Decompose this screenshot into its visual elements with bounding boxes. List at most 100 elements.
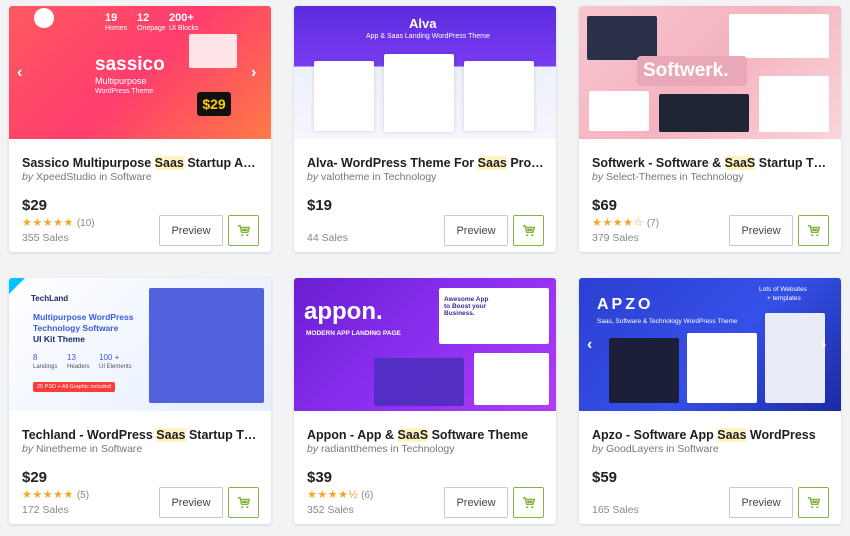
product-info: Appon - App & SaaS Software Theme by rad… (294, 411, 556, 524)
preview-button[interactable]: Preview (444, 487, 508, 518)
stat-label: Homes (105, 25, 128, 32)
category-link[interactable]: Software (677, 443, 718, 455)
preview-button[interactable]: Preview (729, 215, 793, 246)
add-to-cart-button[interactable] (798, 215, 829, 246)
preview-button[interactable]: Preview (729, 487, 793, 518)
chevron-left-icon[interactable]: ‹ (587, 336, 592, 354)
product-card[interactable]: 19 Homes 12 Onepage 200+ UI Blocks sassi… (9, 6, 271, 252)
chevron-right-icon[interactable]: › (251, 64, 256, 82)
thumb-subtitle: MODERN APP LANDING PAGE (306, 330, 401, 337)
chevron-left-icon[interactable]: ‹ (17, 64, 22, 82)
product-card[interactable]: Alva App & Saas Landing WordPress Theme … (294, 6, 556, 252)
thumb-subtitle: Technology Software (33, 323, 119, 333)
thumb-subtitle: Multipurpose WordPress (33, 312, 134, 322)
review-count: (6) (361, 490, 374, 501)
brand-logo: Softwerk. (643, 60, 729, 81)
cart-icon (237, 224, 250, 236)
author-link[interactable]: XpeedStudio (36, 171, 96, 183)
stat-value: 200+ (169, 12, 194, 24)
category-link[interactable]: Technology (383, 171, 436, 183)
thumb-subtitle: + templates (767, 295, 801, 302)
product-title[interactable]: Alva- WordPress Theme For Saas Product (307, 156, 547, 170)
stat-label: UI Elements (99, 364, 132, 370)
category-link[interactable]: Technology (690, 171, 743, 183)
stat-label: Onepage (137, 25, 166, 32)
product-info: Techland - WordPress Saas Startup Theme … (9, 411, 271, 524)
product-title[interactable]: Softwerk - Software & SaaS Startup Theme (592, 156, 832, 170)
product-card[interactable]: appon. MODERN APP LANDING PAGE Awesome A… (294, 278, 556, 524)
thumb-subtitle: App & Saas Landing WordPress Theme (366, 33, 490, 40)
preview-button[interactable]: Preview (159, 215, 223, 246)
product-title[interactable]: Techland - WordPress Saas Startup Theme (22, 428, 262, 442)
brand-logo: TechLand (31, 294, 69, 303)
product-byline: by XpeedStudio in Software (22, 171, 152, 183)
product-title[interactable]: Apzo - Software App Saas WordPress (592, 428, 832, 442)
category-link[interactable]: Software (101, 443, 142, 455)
add-to-cart-button[interactable] (798, 487, 829, 518)
product-byline: by Ninetheme in Software (22, 443, 143, 455)
chevron-right-icon[interactable]: › (821, 336, 826, 354)
author-link[interactable]: Ninetheme (36, 443, 87, 455)
screenshot-preview (765, 313, 825, 403)
product-thumbnail[interactable]: Alva App & Saas Landing WordPress Theme (294, 6, 556, 139)
product-byline: by radiantthemes in Technology (307, 443, 455, 455)
sales-count: 165 Sales (592, 504, 639, 516)
add-to-cart-button[interactable] (513, 487, 544, 518)
add-to-cart-button[interactable] (513, 215, 544, 246)
cart-icon (237, 496, 250, 508)
product-title[interactable]: Appon - App & SaaS Software Theme (307, 428, 547, 442)
add-to-cart-button[interactable] (228, 215, 259, 246)
screenshot-preview (609, 338, 679, 403)
thumb-subtitle: WordPress Theme (95, 88, 154, 95)
cart-icon (807, 224, 820, 236)
stat-value: 12 (137, 12, 150, 24)
rating-stars: ★★★★½ (6) (307, 489, 374, 501)
product-thumbnail[interactable]: appon. MODERN APP LANDING PAGE Awesome A… (294, 278, 556, 411)
product-thumbnail[interactable]: APZO Saas, Software & Technology WordPre… (579, 278, 841, 411)
product-price: $69 (592, 197, 618, 214)
product-price: $39 (307, 469, 333, 486)
product-info: Softwerk - Software & SaaS Startup Theme… (579, 139, 841, 252)
author-link[interactable]: radiantthemes (321, 443, 388, 455)
cart-icon (807, 496, 820, 508)
promo-ribbon: 25 PSD + All Graphic included (33, 382, 115, 392)
product-thumbnail[interactable]: 19 Homes 12 Onepage 200+ UI Blocks sassi… (9, 6, 271, 139)
product-byline: by GoodLayers in Software (592, 443, 719, 455)
add-to-cart-button[interactable] (228, 487, 259, 518)
screenshot-preview (464, 61, 534, 131)
product-card[interactable]: TechLand Multipurpose WordPress Technolo… (9, 278, 271, 524)
product-info: Apzo - Software App Saas WordPress by Go… (579, 411, 841, 524)
product-thumbnail[interactable]: Softwerk. (579, 6, 841, 139)
author-link[interactable]: GoodLayers (606, 443, 663, 455)
product-price: $19 (307, 197, 333, 214)
thumb-subtitle: Multipurpose (95, 76, 147, 86)
screenshot-preview (189, 34, 237, 68)
author-link[interactable]: valotheme (321, 171, 369, 183)
product-thumbnail[interactable]: TechLand Multipurpose WordPress Technolo… (9, 278, 271, 411)
promo-text: Awesome App to Boost your Business. (444, 296, 489, 317)
sales-count: 172 Sales (22, 504, 69, 516)
category-link[interactable]: Technology (401, 443, 454, 455)
screenshot-preview (314, 61, 374, 131)
stat-label: Landings (33, 364, 58, 370)
stat-value: 8 (33, 353, 38, 362)
author-link[interactable]: Select-Themes (606, 171, 677, 183)
preview-button[interactable]: Preview (159, 487, 223, 518)
cart-icon (522, 496, 535, 508)
screenshot-preview (659, 94, 749, 132)
review-count: (7) (646, 218, 660, 229)
rating-stars: ★★★★☆ (7) (592, 217, 660, 229)
cart-icon (522, 224, 535, 236)
thumb-subtitle: Lots of Websites (759, 286, 807, 293)
screenshot-preview (729, 14, 829, 58)
price-badge: $29 (197, 92, 231, 116)
product-card[interactable]: APZO Saas, Software & Technology WordPre… (579, 278, 841, 524)
sales-count: 352 Sales (307, 504, 354, 516)
category-link[interactable]: Software (110, 171, 151, 183)
screenshot-preview (589, 91, 649, 131)
preview-button[interactable]: Preview (444, 215, 508, 246)
product-title[interactable]: Sassico Multipurpose Saas Startup Agenc.… (22, 156, 262, 170)
product-byline: by Select-Themes in Technology (592, 171, 744, 183)
stat-value: 19 (105, 12, 118, 24)
product-card[interactable]: Softwerk. Softwerk - Software & SaaS Sta… (579, 6, 841, 252)
